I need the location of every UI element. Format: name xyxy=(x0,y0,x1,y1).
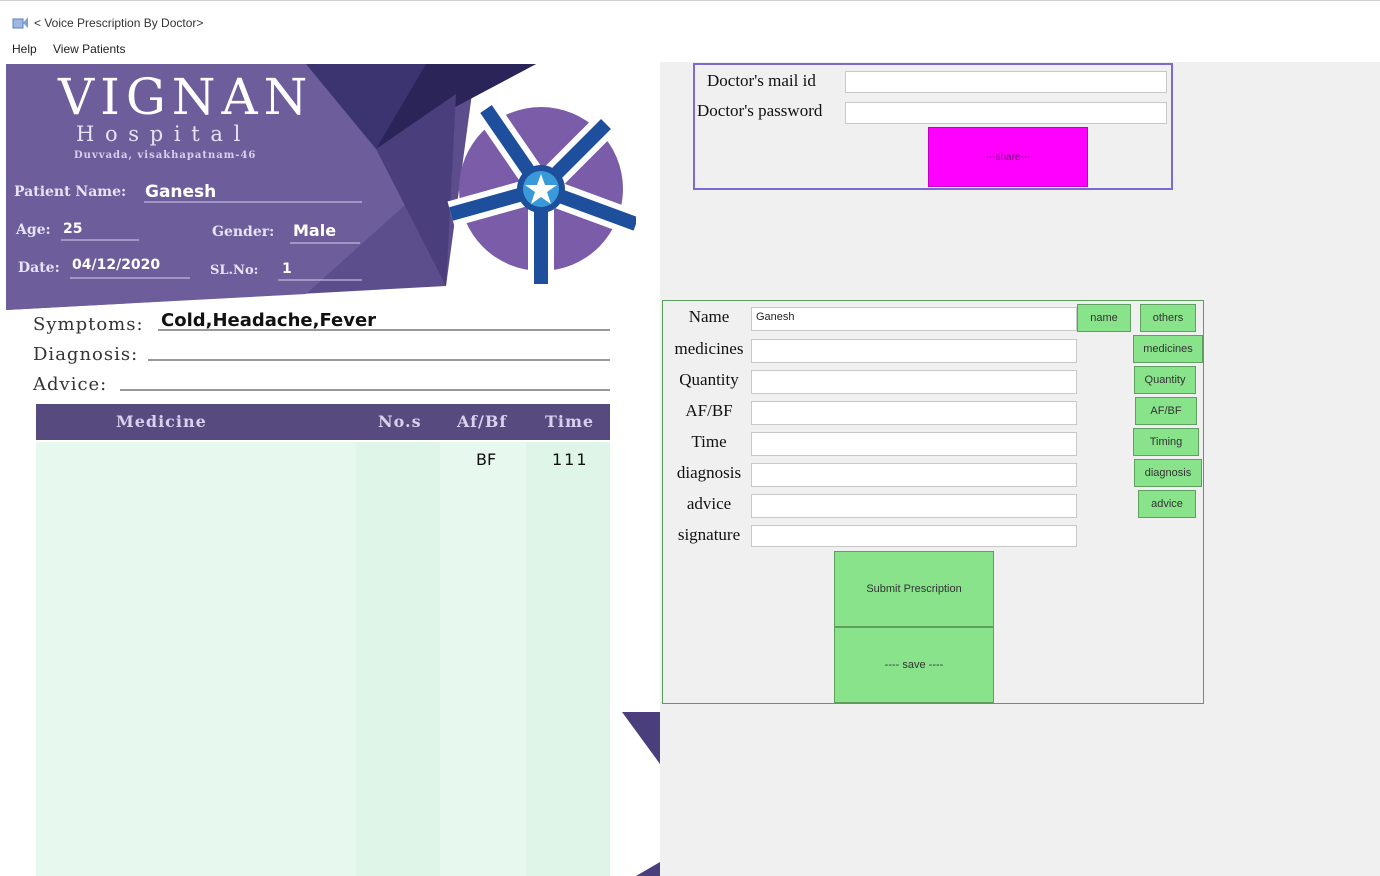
signature-label: signature xyxy=(677,525,741,544)
timing-button[interactable]: Timing xyxy=(1133,428,1199,456)
mail-label: Doctor's mail id xyxy=(707,71,816,90)
table-header-afbf: Af/Bf xyxy=(457,412,508,431)
advice-label: Advice: xyxy=(33,374,108,395)
window-title: < Voice Prescription By Doctor> xyxy=(34,16,204,30)
slno-label: SL.No: xyxy=(210,263,259,278)
table-row: BF 111 xyxy=(36,450,610,474)
prescription-panel: VIGNAN H o s p i t a l Duvvada, visakhap… xyxy=(6,64,660,876)
medicines-button[interactable]: medicines xyxy=(1133,335,1203,363)
patient-name-value: Ganesh xyxy=(145,182,217,202)
time-label: Time xyxy=(691,432,727,451)
quantity-input[interactable] xyxy=(751,370,1077,394)
prescription-form: Name Ganesh name others medicines medici… xyxy=(662,300,1204,704)
save-button[interactable]: ---- save ---- xyxy=(834,627,994,703)
login-panel: Doctor's mail id Doctor's password ---sh… xyxy=(693,63,1173,190)
table-header-nos: No.s xyxy=(378,412,422,431)
quantity-button[interactable]: Quantity xyxy=(1134,366,1196,394)
gender-label: Gender: xyxy=(212,224,275,240)
hospital-address: Duvvada, visakhapatnam-46 xyxy=(74,150,257,161)
title-bar xyxy=(0,0,1380,41)
advice-field-label: advice xyxy=(686,494,732,513)
afbf-input[interactable] xyxy=(751,401,1077,425)
afbf-button[interactable]: AF/BF xyxy=(1135,397,1197,425)
date-value: 04/12/2020 xyxy=(72,257,161,273)
signature-input[interactable] xyxy=(751,525,1077,547)
date-label: Date: xyxy=(18,260,60,276)
password-input[interactable] xyxy=(845,102,1167,124)
symptoms-value: Cold,Headache,Fever xyxy=(161,310,377,331)
table-header-medicine: Medicine xyxy=(116,412,207,431)
time-input[interactable] xyxy=(751,432,1077,456)
hospital-subtitle: H o s p i t a l xyxy=(76,122,243,146)
diagnosis-label: Diagnosis: xyxy=(33,344,139,365)
age-label: Age: xyxy=(16,222,51,238)
diagnosis-field-label: diagnosis xyxy=(676,463,742,482)
gender-value: Male xyxy=(293,221,337,240)
slno-value: 1 xyxy=(282,261,292,277)
app-icon xyxy=(12,17,28,29)
afbf-label: AF/BF xyxy=(685,401,733,420)
table-cell-time: 111 xyxy=(552,450,589,469)
table-cell-afbf: BF xyxy=(476,450,497,469)
patient-name-label: Patient Name: xyxy=(14,184,127,200)
name-label: Name xyxy=(688,307,730,326)
hospital-logo xyxy=(447,104,636,284)
diagnosis-button[interactable]: diagnosis xyxy=(1134,459,1202,487)
advice-button[interactable]: advice xyxy=(1138,490,1196,518)
submit-prescription-button[interactable]: Submit Prescription xyxy=(834,551,994,627)
menu-help[interactable]: Help xyxy=(12,42,37,56)
table-header-time: Time xyxy=(545,412,595,431)
mail-input[interactable] xyxy=(845,71,1167,93)
hospital-name: VIGNAN xyxy=(58,68,314,126)
age-value: 25 xyxy=(63,221,83,237)
others-button[interactable]: others xyxy=(1140,304,1196,332)
medicines-label: medicines xyxy=(674,339,744,358)
symptoms-label: Symptoms: xyxy=(33,314,144,335)
name-input[interactable]: Ganesh xyxy=(751,307,1077,331)
menu-view-patients[interactable]: View Patients xyxy=(53,42,126,56)
share-button[interactable]: ---share--- xyxy=(928,127,1088,187)
medicines-input[interactable] xyxy=(751,339,1077,363)
password-label: Doctor's password xyxy=(697,101,823,120)
name-button[interactable]: name xyxy=(1077,304,1131,332)
diagnosis-input[interactable] xyxy=(751,463,1077,487)
quantity-label: Quantity xyxy=(679,370,739,389)
advice-input[interactable] xyxy=(751,494,1077,518)
